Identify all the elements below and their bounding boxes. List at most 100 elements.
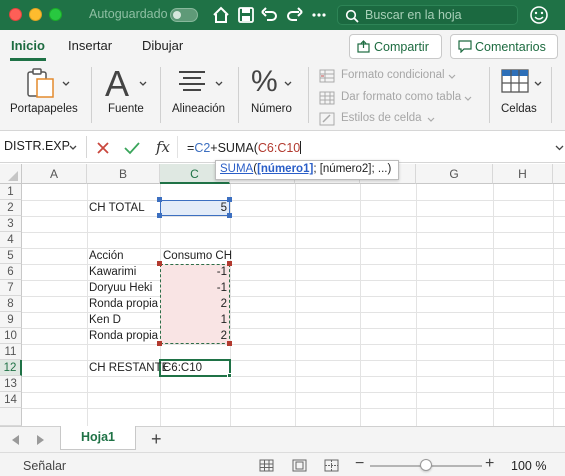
- column-header-g[interactable]: G: [416, 164, 493, 184]
- sheet-tab-hoja1[interactable]: Hoja1: [60, 426, 136, 450]
- page-layout-view-icon[interactable]: [292, 459, 307, 472]
- tab-insertar[interactable]: Insertar: [68, 38, 112, 53]
- scroll-left-icon[interactable]: [12, 435, 20, 445]
- formula-input[interactable]: =C2+SUMA(C6:C10: [187, 141, 302, 155]
- cell-b12[interactable]: CH RESTANTE: [89, 360, 169, 376]
- row-header-5[interactable]: 5: [0, 248, 22, 264]
- divider: [489, 67, 490, 123]
- number-group[interactable]: % Número: [248, 61, 298, 123]
- redo-icon[interactable]: [285, 5, 305, 25]
- tab-inicio[interactable]: Inicio: [11, 38, 45, 53]
- tooltip-function-link[interactable]: SUMA: [220, 163, 253, 175]
- resize-handle[interactable]: [157, 341, 162, 346]
- row-header-10[interactable]: 10: [0, 328, 22, 344]
- resize-handle[interactable]: [227, 341, 232, 346]
- row-header-2[interactable]: 2: [0, 200, 22, 216]
- cell-c10[interactable]: 2: [160, 328, 230, 344]
- column-header-h[interactable]: H: [493, 164, 553, 184]
- scroll-right-icon[interactable]: [36, 435, 44, 445]
- format-table-icon: [319, 91, 335, 105]
- row-header-9[interactable]: 9: [0, 312, 22, 328]
- chevron-down-icon: [464, 96, 472, 101]
- autosave-toggle[interactable]: [170, 8, 198, 22]
- row-header-4[interactable]: 4: [0, 232, 22, 248]
- cell-c6[interactable]: -1: [160, 264, 230, 280]
- insert-function-icon[interactable]: fx: [156, 138, 170, 156]
- cell-b6[interactable]: Kawarimi: [89, 264, 136, 280]
- fill-handle[interactable]: [227, 373, 232, 378]
- normal-view-icon[interactable]: [259, 459, 274, 472]
- row-header-6[interactable]: 6: [0, 264, 22, 280]
- resize-handle[interactable]: [157, 213, 162, 218]
- zoom-in-button[interactable]: +: [485, 455, 494, 473]
- row-header-12[interactable]: 12: [0, 360, 22, 376]
- cell-b10[interactable]: Ronda propia: [89, 328, 158, 344]
- resize-handle[interactable]: [227, 261, 232, 266]
- undo-icon[interactable]: [259, 5, 279, 25]
- cell-c9[interactable]: 1: [160, 312, 230, 328]
- corner-triangle-icon: [8, 171, 18, 181]
- gridline: [416, 184, 417, 426]
- cancel-x-icon[interactable]: [96, 141, 110, 155]
- cell-c5[interactable]: Consumo CH: [163, 248, 232, 264]
- font-group[interactable]: A Fuente: [102, 61, 152, 123]
- row-header-overflow: [0, 408, 22, 426]
- status-bar: Señalar − + 100 %: [0, 452, 565, 476]
- cell-b8[interactable]: Ronda propia: [89, 296, 158, 312]
- more-options-icon[interactable]: [309, 5, 329, 25]
- row-header-13[interactable]: 13: [0, 376, 22, 392]
- alignment-group[interactable]: Alineación: [170, 61, 230, 123]
- column-header-b[interactable]: B: [87, 164, 160, 184]
- row-header-3[interactable]: 3: [0, 216, 22, 232]
- row-header-7[interactable]: 7: [0, 280, 22, 296]
- home-icon[interactable]: [211, 5, 231, 25]
- cells-group[interactable]: Celdas: [497, 61, 542, 123]
- cell-c2[interactable]: 5: [160, 200, 230, 216]
- divider: [238, 67, 239, 123]
- resize-handle[interactable]: [227, 197, 232, 202]
- page-break-view-icon[interactable]: [324, 459, 339, 472]
- cell-b5[interactable]: Acción: [89, 248, 124, 264]
- expand-formula-bar-icon[interactable]: [555, 145, 564, 151]
- gridline: [553, 184, 554, 426]
- select-all-corner[interactable]: [0, 164, 22, 184]
- tab-dibujar[interactable]: Dibujar: [142, 38, 183, 53]
- comment-icon: [458, 40, 472, 53]
- cell-b9[interactable]: Ken D: [89, 312, 121, 328]
- zoom-out-button[interactable]: −: [355, 455, 364, 473]
- resize-handle[interactable]: [157, 197, 162, 202]
- zoom-slider-thumb[interactable]: [420, 459, 432, 471]
- cell-styles-label: Estilos de celda: [341, 112, 422, 124]
- search-input[interactable]: Buscar en la hoja: [337, 5, 518, 25]
- paste-group[interactable]: Portapapeles: [10, 61, 80, 123]
- cell-b2[interactable]: CH TOTAL: [89, 200, 145, 216]
- confirm-check-icon[interactable]: [124, 141, 140, 155]
- row-header-14[interactable]: 14: [0, 392, 22, 408]
- status-mode-text: Señalar: [23, 459, 67, 473]
- save-icon[interactable]: [236, 5, 256, 25]
- cell-c8[interactable]: 2: [160, 296, 230, 312]
- maximize-window-button[interactable]: [49, 8, 62, 21]
- cell-styles-icon: [319, 112, 335, 126]
- row-header-11[interactable]: 11: [0, 344, 22, 360]
- close-window-button[interactable]: [9, 8, 22, 21]
- cell-b7[interactable]: Doryuu Heki: [89, 280, 152, 296]
- comments-button[interactable]: Comentarios: [450, 34, 558, 59]
- row-header-8[interactable]: 8: [0, 296, 22, 312]
- smiley-feedback-icon[interactable]: [529, 5, 549, 25]
- spreadsheet-grid[interactable]: A B C D E G H 1 2 3 4 5 6 7 8 9 10 11 12…: [0, 164, 565, 426]
- column-header-a[interactable]: A: [22, 164, 87, 184]
- cell-c7[interactable]: -1: [160, 280, 230, 296]
- clipboard-icon: [27, 68, 54, 98]
- share-button[interactable]: Compartir: [349, 34, 442, 59]
- chevron-down-icon[interactable]: [69, 145, 77, 151]
- minimize-window-button[interactable]: [29, 8, 42, 21]
- resize-handle[interactable]: [157, 261, 162, 266]
- resize-handle[interactable]: [227, 213, 232, 218]
- add-sheet-button[interactable]: +: [151, 429, 162, 450]
- cell-c12-editing[interactable]: C6:C10: [163, 360, 202, 376]
- formula-range: C6:C10: [257, 141, 301, 155]
- cells-label: Celdas: [501, 103, 537, 115]
- row-header-1[interactable]: 1: [0, 184, 22, 200]
- zoom-percentage[interactable]: 100 %: [511, 459, 546, 473]
